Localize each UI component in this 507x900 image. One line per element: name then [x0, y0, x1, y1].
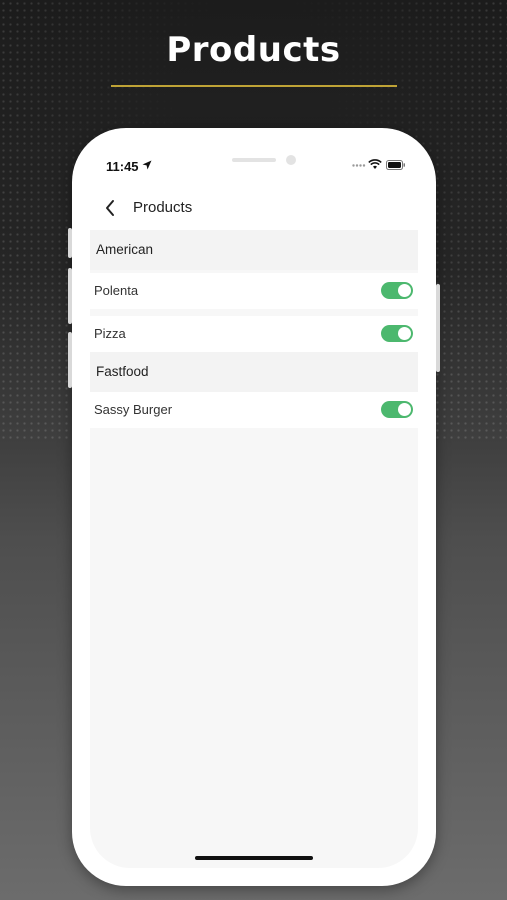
chevron-left-icon: [106, 200, 114, 216]
availability-toggle[interactable]: [381, 401, 413, 418]
product-list: American Polenta Pizza Fastfood Sassy Bu…: [90, 230, 418, 868]
power-button: [436, 284, 440, 372]
headline-underline: [111, 85, 397, 87]
status-time: 11:45: [106, 159, 139, 174]
toggle-knob: [398, 327, 411, 340]
volume-up-button: [68, 268, 72, 324]
home-indicator[interactable]: [195, 856, 313, 860]
page-headline: Products: [166, 30, 341, 70]
section-header-american: American: [90, 230, 418, 270]
section-header-fastfood: Fastfood: [90, 352, 418, 392]
item-label: Sassy Burger: [94, 402, 173, 417]
volume-down-button: [68, 332, 72, 388]
availability-toggle[interactable]: [381, 282, 413, 299]
wifi-icon: [368, 159, 382, 169]
phone-screen: 11:45 Products American Polenta Pizza Fa…: [90, 146, 418, 868]
status-bar: 11:45: [90, 146, 418, 186]
signal-dots-icon: [352, 164, 366, 167]
nav-title: Products: [133, 199, 193, 216]
location-arrow-icon: [142, 160, 152, 170]
list-item[interactable]: Polenta: [90, 273, 418, 309]
section-title: Fastfood: [96, 364, 149, 379]
mute-switch: [68, 228, 72, 258]
front-camera: [286, 155, 296, 165]
toggle-knob: [398, 284, 411, 297]
phone-frame: 11:45 Products American Polenta Pizza Fa…: [68, 128, 440, 886]
item-label: Polenta: [94, 283, 139, 298]
battery-icon: [386, 160, 405, 170]
list-item[interactable]: Sassy Burger: [90, 392, 418, 428]
section-title: American: [96, 242, 154, 257]
back-button[interactable]: [96, 194, 124, 222]
item-label: Pizza: [94, 326, 126, 341]
availability-toggle[interactable]: [381, 325, 413, 342]
toggle-knob: [398, 403, 411, 416]
list-item[interactable]: Pizza: [90, 316, 418, 352]
navigation-bar: Products: [90, 186, 418, 230]
earpiece-speaker: [232, 158, 276, 162]
